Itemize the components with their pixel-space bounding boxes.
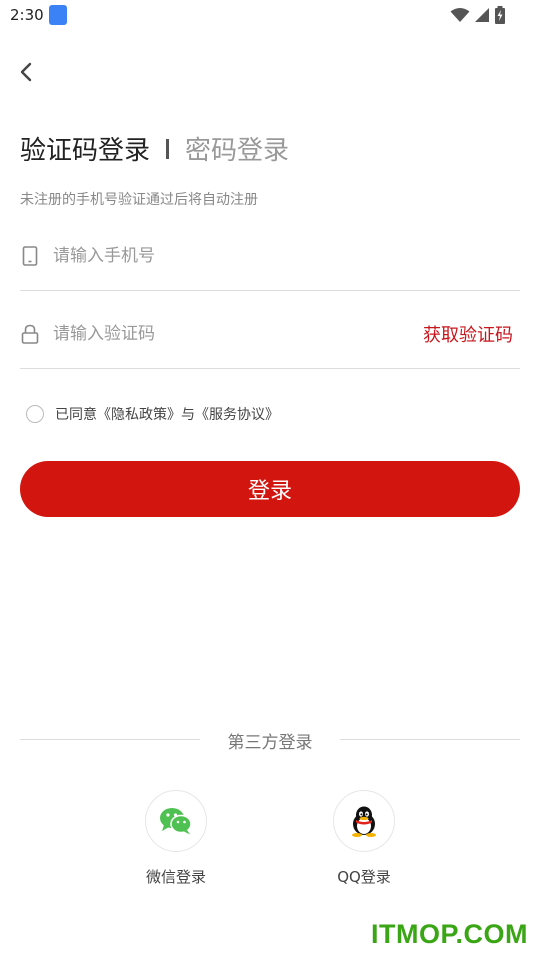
qq-icon-circle	[333, 790, 395, 852]
wechat-icon-circle	[145, 790, 207, 852]
status-bar: 2:30	[0, 0, 540, 32]
third-party-divider: 第三方登录	[20, 728, 520, 753]
tab-divider	[166, 138, 170, 159]
code-field: 获取验证码	[20, 309, 520, 369]
agreement-row: 已同意《隐私政策》与《服务协议》	[26, 404, 279, 424]
phone-icon	[22, 246, 38, 266]
qq-login-label: QQ登录	[337, 868, 391, 886]
notification-app-icon	[49, 5, 67, 25]
code-input[interactable]	[53, 319, 413, 349]
qq-icon	[352, 806, 376, 837]
qq-login-button[interactable]: QQ登录	[304, 790, 424, 887]
wechat-icon	[160, 808, 192, 835]
status-time: 2:30	[10, 6, 44, 24]
battery-icon	[495, 6, 505, 24]
agreement-text[interactable]: 已同意《隐私政策》与《服务协议》	[55, 404, 279, 424]
third-party-label: 第三方登录	[227, 733, 313, 753]
phone-input[interactable]	[53, 241, 413, 271]
back-button[interactable]	[14, 58, 42, 86]
signal-icon	[475, 8, 489, 22]
register-hint: 未注册的手机号验证通过后将自动注册	[20, 192, 258, 208]
status-icons	[450, 6, 506, 24]
tab-sms-code-login[interactable]: 验证码登录	[20, 130, 150, 167]
chevron-left-icon	[20, 62, 32, 82]
login-mode-tabs: 验证码登录 密码登录	[20, 130, 289, 167]
tab-password-login[interactable]: 密码登录	[185, 130, 289, 167]
lock-icon	[21, 324, 39, 344]
wechat-login-label: 微信登录	[145, 868, 206, 886]
wechat-login-button[interactable]: 微信登录	[116, 790, 236, 887]
phone-field	[20, 231, 520, 291]
wifi-icon	[450, 8, 470, 22]
get-code-button[interactable]: 获取验证码	[423, 321, 513, 347]
site-watermark: ITMOP.COM	[370, 919, 528, 949]
divider-line-right	[340, 739, 520, 740]
login-button[interactable]: 登录	[20, 461, 520, 517]
agreement-checkbox[interactable]	[26, 405, 44, 423]
